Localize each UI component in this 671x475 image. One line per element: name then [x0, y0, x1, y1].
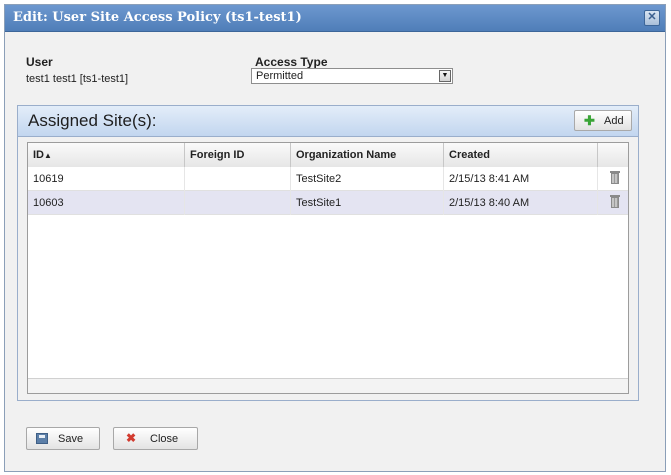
assigned-sites-table: ID▲ Foreign ID Organization Name Created…: [27, 142, 629, 394]
cell-created: 2/15/13 8:41 AM: [444, 167, 598, 191]
assigned-sites-title: Assigned Site(s):: [28, 111, 157, 130]
column-header-foreign-id[interactable]: Foreign ID: [185, 143, 291, 167]
sort-ascending-icon: ▲: [44, 151, 52, 160]
column-header-id[interactable]: ID▲: [28, 143, 185, 167]
close-button-label: Close: [150, 433, 179, 445]
table-header: ID▲ Foreign ID Organization Name Created: [28, 143, 628, 168]
delete-icon[interactable]: [610, 171, 620, 184]
cell-organization-name: TestSite1: [291, 191, 444, 215]
add-button-label: Add: [604, 115, 624, 127]
access-type-label: Access Type: [255, 55, 328, 69]
access-type-value: Permitted: [256, 70, 304, 82]
cell-actions: [598, 191, 628, 215]
cell-actions: [598, 167, 628, 191]
cell-created: 2/15/13 8:40 AM: [444, 191, 598, 215]
cell-organization-name: TestSite2: [291, 167, 444, 191]
user-value: test1 test1 [ts1-test1]: [26, 73, 129, 85]
save-button[interactable]: Save: [26, 427, 100, 450]
horizontal-scrollbar[interactable]: [28, 378, 628, 393]
assigned-sites-panel: Assigned Site(s): ✚ Add ID▲ Foreign ID O…: [17, 105, 639, 401]
access-type-select[interactable]: Permitted ▼: [251, 68, 453, 84]
dropdown-arrow-icon[interactable]: ▼: [439, 70, 451, 82]
table-row[interactable]: 10603 TestSite1 2/15/13 8:40 AM: [28, 191, 628, 215]
add-site-button[interactable]: ✚ Add: [574, 110, 632, 131]
delete-icon[interactable]: [610, 195, 620, 208]
save-icon: [36, 433, 48, 444]
dialog-title: Edit: User Site Access Policy (ts1-test1…: [13, 10, 302, 25]
close-button[interactable]: ✖ Close: [113, 427, 198, 450]
cell-foreign-id: [185, 191, 291, 215]
add-icon: ✚: [584, 113, 595, 128]
close-x-icon: ✖: [126, 431, 137, 445]
table-row[interactable]: 10619 TestSite2 2/15/13 8:41 AM: [28, 167, 628, 191]
user-label: User: [26, 55, 53, 69]
cell-foreign-id: [185, 167, 291, 191]
column-header-organization-name[interactable]: Organization Name: [291, 143, 444, 167]
cell-id: 10603: [28, 191, 185, 215]
dialog-titlebar[interactable]: Edit: User Site Access Policy (ts1-test1…: [5, 5, 665, 32]
close-icon[interactable]: ✕: [644, 10, 660, 26]
cell-id: 10619: [28, 167, 185, 191]
assigned-sites-header: Assigned Site(s): ✚ Add: [18, 106, 638, 137]
column-header-created[interactable]: Created: [444, 143, 598, 167]
column-header-actions: [598, 143, 628, 167]
save-button-label: Save: [58, 433, 84, 445]
